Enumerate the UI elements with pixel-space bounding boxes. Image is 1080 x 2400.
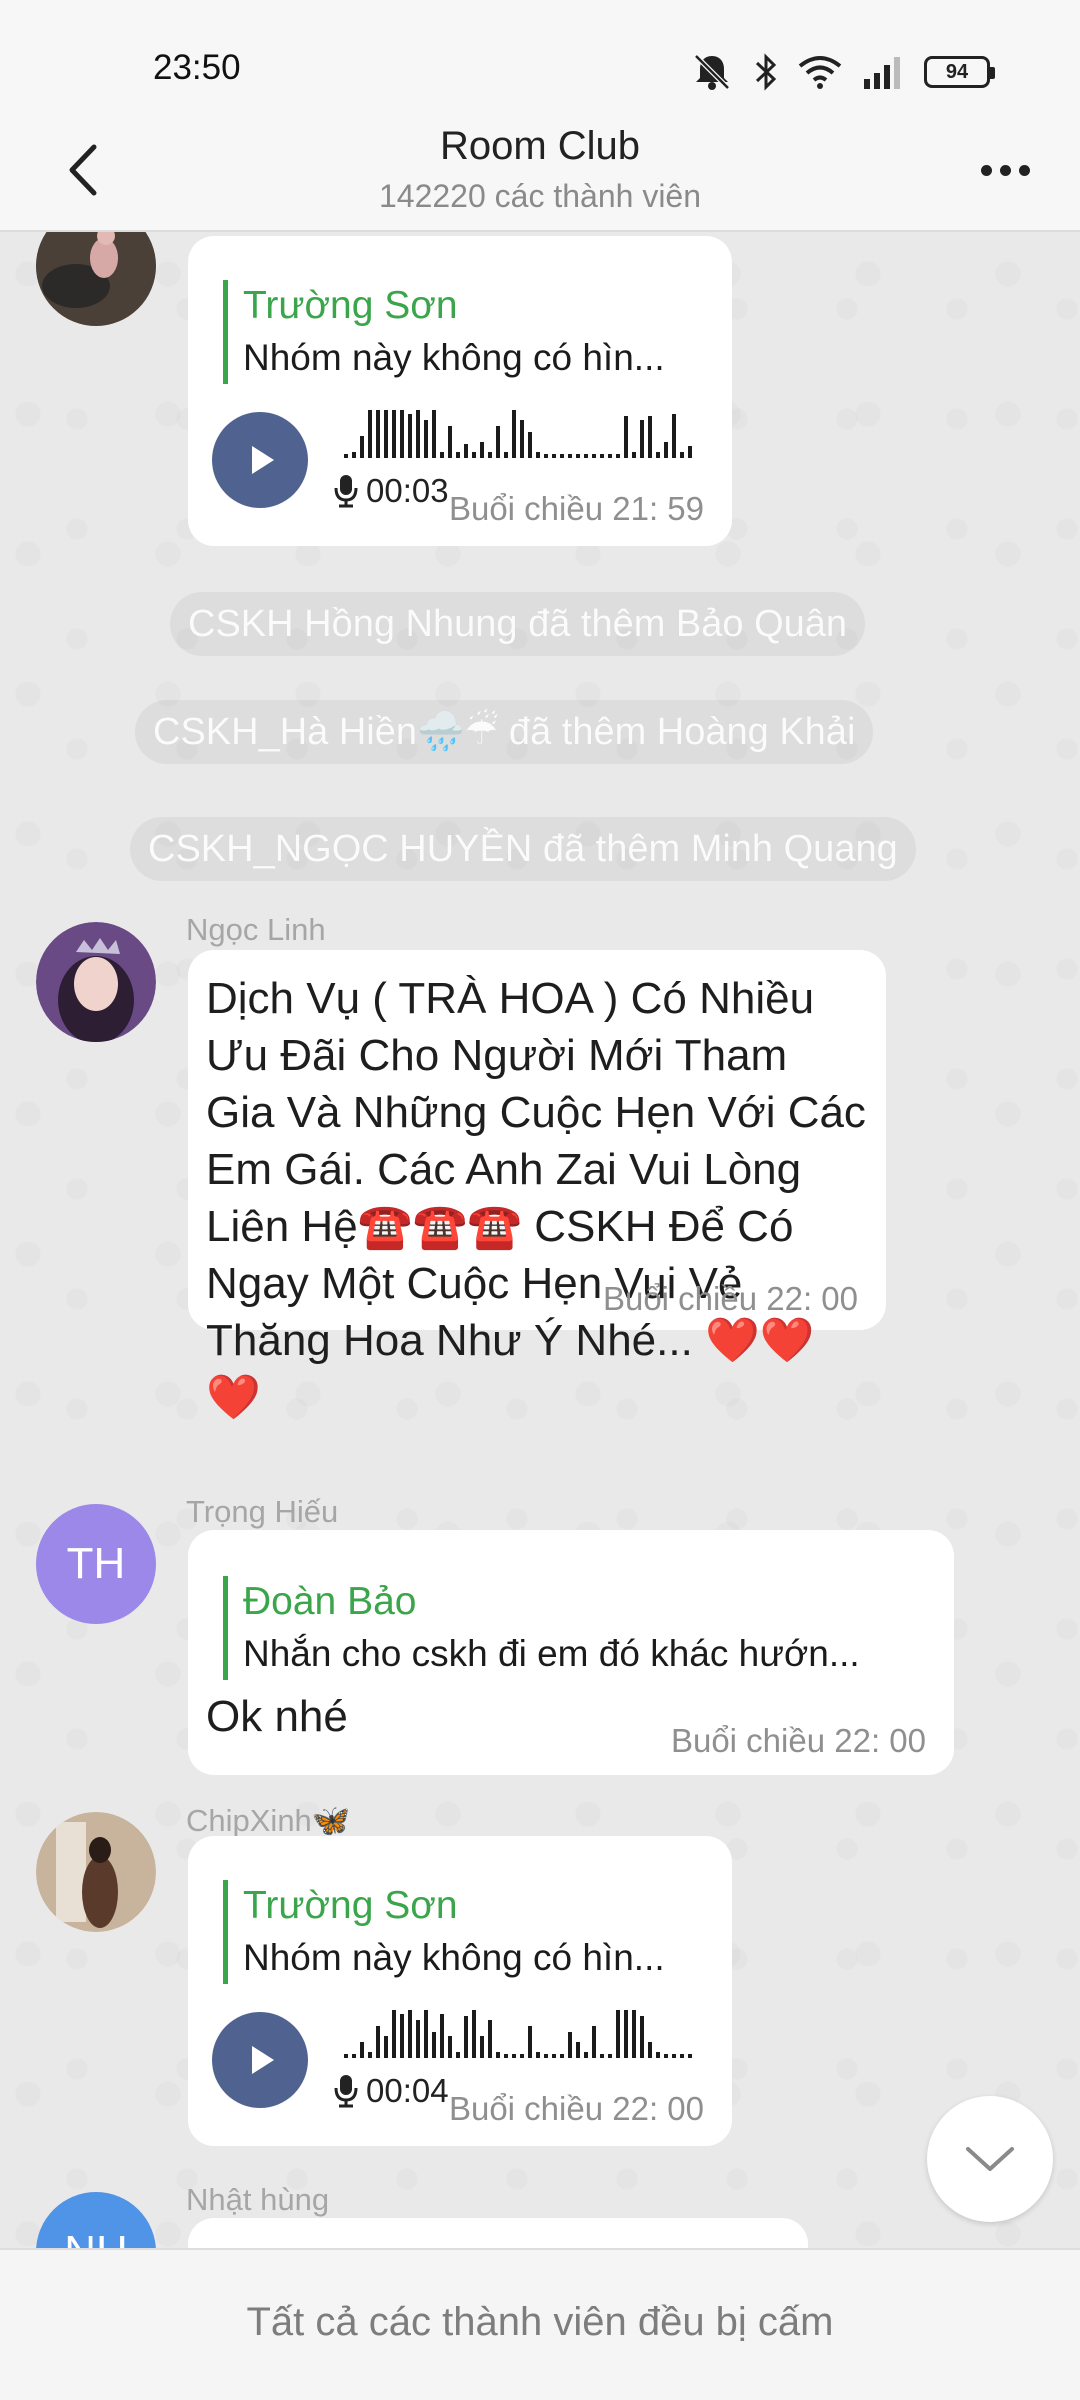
message-text: Ok nhé [206,1692,348,1741]
wifi-icon [798,54,842,90]
system-message: CSKH Hồng Nhung đã thêm Bảo Quân [170,592,866,656]
avatar[interactable]: NH [36,2192,156,2248]
status-icons: 94 [690,52,995,92]
signal-icon [862,55,904,89]
message-list[interactable]: Trường Sơn Nhóm này không có hìn... 00:0… [0,232,1080,2248]
duration-text: 00:03 [366,472,449,509]
sender-name[interactable]: Nhật hùng [186,2182,329,2218]
voice-message-bubble[interactable]: Trường Sơn Nhóm này không có hìn... 00:0… [188,1836,732,2146]
chat-header: Room Club 142220 các thành viên [0,110,1080,232]
system-message: CSKH_NGỌC HUYỀN đã thêm Minh Quang [130,817,916,881]
message-time: Buổi chiều 22: 00 [602,1280,858,1317]
system-message: CSKH_Hà Hiền🌧️☔ đã thêm Hoàng Khải [135,700,874,764]
audio-waveform[interactable] [344,2006,714,2058]
reply-quote[interactable]: Trường Sơn Nhóm này không có hìn... [223,280,713,384]
member-count: 142220 các thành viên [378,178,702,214]
battery-level: 94 [945,60,969,83]
reply-text: Nhóm này không có hìn... [243,1937,665,1978]
chat-title[interactable]: Room Club [0,124,1080,169]
avatar-initials: TH [66,1539,126,1588]
play-icon [252,446,274,474]
sender-name[interactable]: Ngọc Linh [186,912,326,948]
battery-icon: 94 [924,56,995,88]
avatar[interactable]: TH [36,1504,156,1624]
avatar[interactable] [36,232,156,326]
reply-sender: Trường Sơn [243,1884,458,1927]
composer-disabled-bar: Tất cả các thành viên đều bị cấm [0,2248,1080,2400]
text-message-bubble[interactable]: Đoàn Bảo Nhắn cho cskh đi em đó khác hướ… [188,1530,954,1775]
sender-name[interactable]: Trọng Hiếu [186,1494,338,1530]
message-time: Buổi chiều 22: 00 [670,1722,926,1759]
message-text: Dịch Vụ ( TRÀ HOA ) Có Nhiều Ưu Đãi Cho … [206,974,866,1422]
avatar-photo [36,1812,156,1932]
more-dots-icon [980,164,992,176]
sender-name[interactable]: ChipXinh🦋 [186,1802,350,1839]
top-bar: 23:50 94 Room Club 142220 các thành viên [0,0,1080,232]
reply-sender: Trường Sơn [243,284,458,327]
play-button[interactable] [212,412,308,508]
reply-sender: Đoàn Bảo [243,1580,417,1623]
message-time: Buổi chiều 21: 59 [448,490,704,527]
avatar-photo [36,922,156,1042]
scroll-to-bottom-button[interactable] [927,2096,1053,2222]
reply-quote[interactable]: Trường Sơn Nhóm này không có hìn... [223,1880,713,1984]
duration-text: 00:04 [366,2072,449,2109]
status-clock: 23:50 [153,48,241,87]
avatar[interactable] [36,922,156,1042]
chevron-down-icon [966,2147,1014,2171]
microphone-icon [334,475,358,508]
voice-message-bubble[interactable]: Trường Sơn Nhóm này không có hìn... 00:0… [188,236,732,546]
text-message-bubble[interactable] [188,2218,808,2248]
avatar-initials: NH [64,2227,128,2248]
voice-duration: 00:03 [334,472,449,510]
bluetooth-icon [754,53,778,91]
reply-text: Nhắn cho cskh đi em đó khác hướn... [243,1633,860,1674]
avatar-photo [36,232,156,326]
message-time: Buổi chiều 22: 00 [448,2090,704,2127]
chat-screen: 23:50 94 Room Club 142220 các thành viên… [0,0,1080,2400]
audio-waveform[interactable] [344,406,714,458]
avatar[interactable] [36,1812,156,1932]
microphone-icon [334,2075,358,2108]
more-options-button[interactable] [970,140,1040,200]
text-message-bubble[interactable]: Dịch Vụ ( TRÀ HOA ) Có Nhiều Ưu Đãi Cho … [188,950,886,1422]
reply-text: Nhóm này không có hìn... [243,337,665,378]
reply-quote[interactable]: Đoàn Bảo Nhắn cho cskh đi em đó khác hướ… [223,1576,933,1680]
banned-notice: Tất cả các thành viên đều bị cấm [246,2300,834,2344]
voice-duration: 00:04 [334,2072,449,2110]
play-button[interactable] [212,2012,308,2108]
bell-muted-icon [690,52,734,92]
play-icon [252,2046,274,2074]
